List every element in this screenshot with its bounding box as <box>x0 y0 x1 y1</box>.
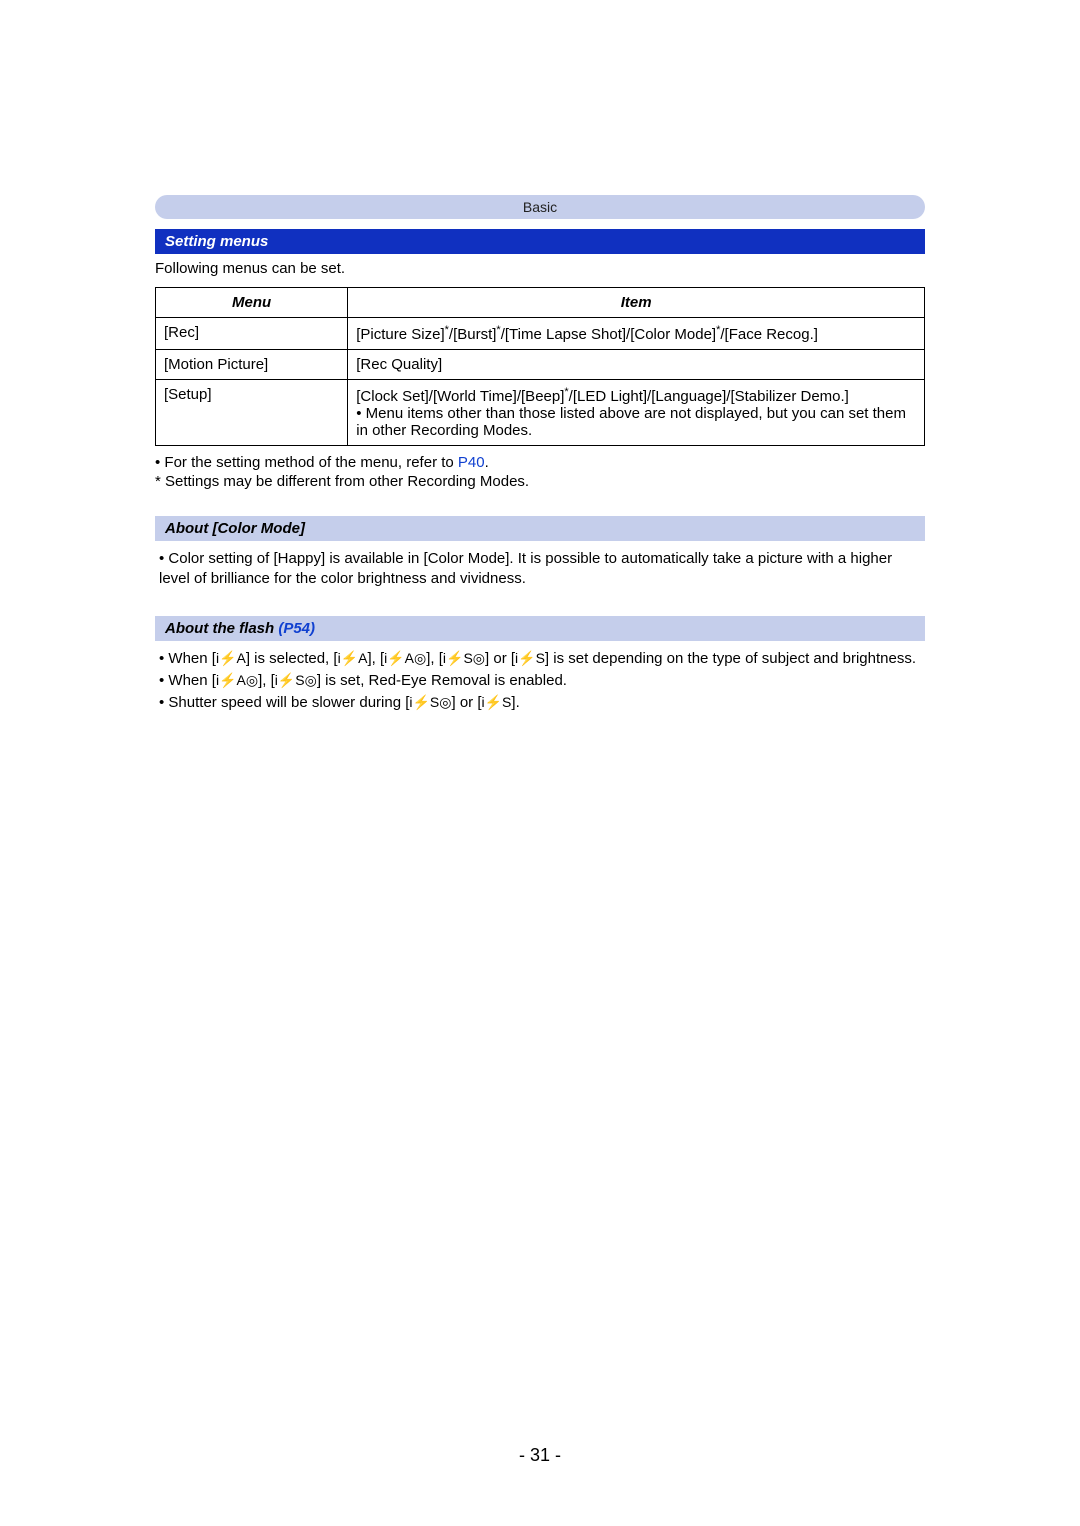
flash-text: ] or [ <box>485 650 515 667</box>
flash-auto-icon: i⚡A <box>338 650 368 666</box>
section-heading-color-mode: About [Color Mode] <box>155 516 925 541</box>
cell-item-motion: [Rec Quality] <box>348 350 925 380</box>
flash-auto-icon: i⚡A <box>216 650 246 666</box>
flash-text: • When [ <box>159 672 216 689</box>
menu-table: Menu Item [Rec] [Picture Size]*/[Burst]*… <box>155 287 925 446</box>
flash-text: ] is selected, [ <box>246 650 338 667</box>
table-row: [Rec] [Picture Size]*/[Burst]*/[Time Lap… <box>156 318 925 350</box>
th-menu: Menu <box>156 288 348 318</box>
cell-menu-setup: [Setup] <box>156 380 348 446</box>
flash-text: ] or [ <box>452 694 482 711</box>
table-row: [Setup] [Clock Set]/[World Time]/[Beep]*… <box>156 380 925 446</box>
note2: * Settings may be different from other R… <box>155 473 925 490</box>
link-p40[interactable]: P40 <box>458 454 485 471</box>
flash-text: • When [ <box>159 650 216 667</box>
flash-text: ], [ <box>367 650 384 667</box>
cell-item-rec: [Picture Size]*/[Burst]*/[Time Lapse Sho… <box>348 318 925 350</box>
note1-suffix: . <box>485 454 489 471</box>
cell-menu-rec: [Rec] <box>156 318 348 350</box>
flash-text: ], [ <box>258 672 275 689</box>
section-heading-flash: About the flash (P54) <box>155 616 925 641</box>
flash-slow-redeye-icon: i⚡S◎ <box>275 672 317 688</box>
flash-text: ]. <box>511 694 519 711</box>
cell-item-setup: [Clock Set]/[World Time]/[Beep]*/[LED Li… <box>348 380 925 446</box>
flash-text: ], [ <box>426 650 443 667</box>
flash-auto-redeye-icon: i⚡A◎ <box>384 650 426 666</box>
flash-slow-icon: i⚡S <box>515 650 545 666</box>
chapter-band: Basic <box>155 195 925 219</box>
flash-slow-icon: i⚡S <box>482 694 512 710</box>
table-row: [Motion Picture] [Rec Quality] <box>156 350 925 380</box>
table-footnotes: • For the setting method of the menu, re… <box>155 454 925 490</box>
link-p54[interactable]: (P54) <box>278 620 315 637</box>
flash-text: ] is set, Red-Eye Removal is enabled. <box>317 672 567 689</box>
intro-text: Following menus can be set. <box>155 260 925 277</box>
cell-menu-motion: [Motion Picture] <box>156 350 348 380</box>
flash-auto-redeye-icon: i⚡A◎ <box>216 672 258 688</box>
flash-text: ] is set depending on the type of subjec… <box>545 650 916 667</box>
color-mode-body: • Color setting of [Happy] is available … <box>155 549 925 590</box>
flash-body: • When [i⚡A] is selected, [i⚡A], [i⚡A◎],… <box>155 649 925 714</box>
flash-heading-prefix: About the flash <box>165 620 278 637</box>
page-number: - 31 - <box>0 1445 1080 1466</box>
note1-prefix: • For the setting method of the menu, re… <box>155 454 458 471</box>
flash-text: • Shutter speed will be slower during [ <box>159 694 409 711</box>
th-item: Item <box>348 288 925 318</box>
section-heading-setting-menus: Setting menus <box>155 229 925 254</box>
flash-slow-redeye-icon: i⚡S◎ <box>409 694 451 710</box>
flash-slow-redeye-icon: i⚡S◎ <box>443 650 485 666</box>
